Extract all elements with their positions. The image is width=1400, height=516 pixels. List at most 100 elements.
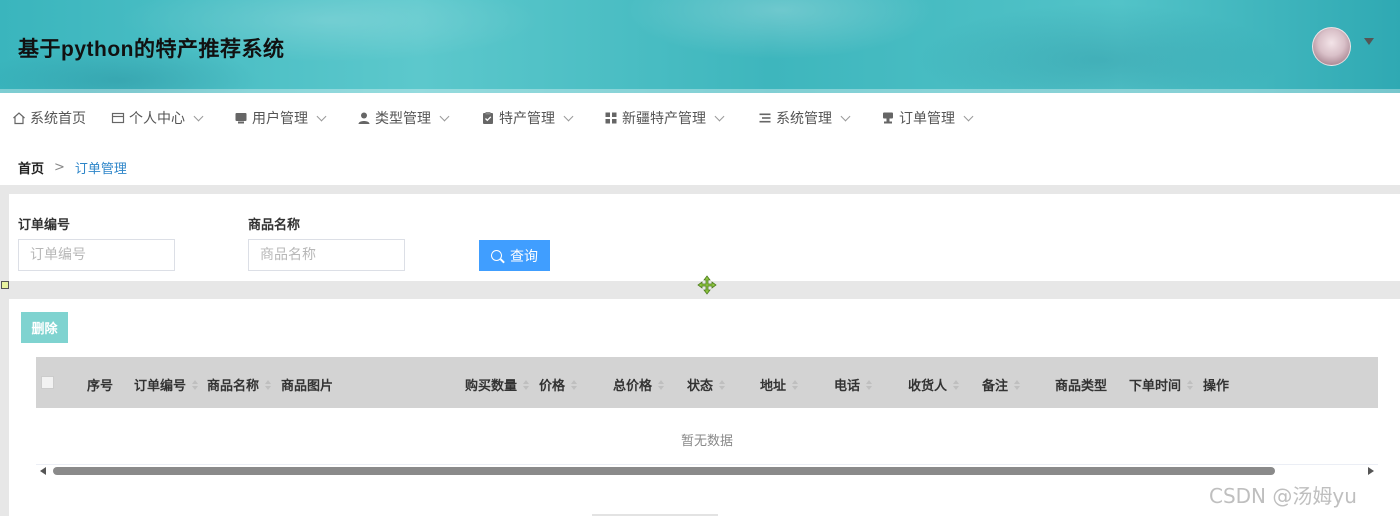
column-header[interactable]: 备注 [982,375,1021,394]
chevron-down-icon [316,111,327,121]
nav-item-system[interactable]: 系统管理 [758,108,851,128]
column-label: 下单时间 [1129,379,1182,394]
column-header[interactable]: 地址 [760,375,799,394]
clipboard-icon [483,112,493,124]
column-label: 订单编号 [134,379,187,394]
top-nav: 系统首页 个人中心 用户管理 类型管理 特产管理 新疆特产管理 系统管理 订单管… [0,93,1400,143]
column-header: 商品类型 [1055,375,1107,394]
chevron-down-icon [563,111,574,121]
sort-icon[interactable] [792,379,799,390]
home-icon [13,112,25,125]
order-no-label: 订单编号 [18,218,71,233]
breadcrumb-home[interactable]: 首页 [18,158,44,177]
delete-button[interactable]: 删除 [21,312,68,343]
column-label: 序号 [87,379,114,394]
column-header[interactable]: 总价格 [613,375,665,394]
column-header[interactable]: 订单编号 [134,375,199,394]
scrollbar-thumb[interactable] [53,467,1275,475]
nav-item-label: 用户管理 [252,111,308,127]
scroll-right-arrow-icon[interactable] [1368,467,1374,475]
user-avatar[interactable] [1312,27,1351,66]
order-no-input[interactable] [18,239,175,271]
chevron-down-icon [840,111,851,121]
resize-handle[interactable] [1,281,9,289]
column-label: 商品类型 [1055,379,1108,394]
column-header[interactable]: 电话 [834,375,873,394]
column-label: 操作 [1203,379,1230,394]
nav-item-profile[interactable]: 个人中心 [111,108,204,128]
column-label: 备注 [982,379,1009,394]
column-header[interactable]: 状态 [687,375,726,394]
sort-icon[interactable] [719,379,726,390]
list-icon [759,113,771,123]
column-label: 地址 [760,379,787,394]
section-divider [0,185,1400,194]
sort-icon[interactable] [523,379,530,390]
column-label: 商品名称 [207,379,260,394]
select-all-checkbox[interactable] [41,376,54,389]
nav-item-orders[interactable]: 订单管理 [881,108,974,128]
nav-item-label: 订单管理 [899,111,955,127]
nav-item-label: 系统管理 [776,111,832,127]
nav-item-home[interactable]: 系统首页 [12,108,86,128]
app-title: 基于python的特产推荐系统 [18,38,285,61]
product-name-label: 商品名称 [248,218,301,233]
breadcrumb: 首页 > 订单管理 [18,158,127,177]
column-label: 价格 [539,379,566,394]
column-header: 操作 [1203,375,1229,394]
sort-icon[interactable] [953,379,960,390]
caret-down-icon[interactable] [1364,38,1374,45]
column-header[interactable]: 收货人 [908,375,960,394]
table-body: 暂无数据 [36,408,1378,465]
column-header[interactable]: 商品名称 [207,375,272,394]
left-gutter [0,194,9,516]
chevron-down-icon [439,111,450,121]
nav-item-label: 类型管理 [375,111,431,127]
sort-icon[interactable] [571,379,578,390]
breadcrumb-current: 订单管理 [74,162,127,177]
search-icon [491,250,502,261]
sort-icon[interactable] [265,379,272,390]
column-label: 电话 [834,379,861,394]
search-panel [9,194,1400,281]
header-banner: 基于python的特产推荐系统 [0,0,1400,93]
query-button[interactable]: 查询 [479,240,550,271]
query-button-label: 查询 [510,248,538,265]
chevron-down-icon [963,111,974,121]
sort-icon[interactable] [866,379,873,390]
product-name-input[interactable] [248,239,405,271]
column-header[interactable]: 购买数量 [465,375,530,394]
empty-text: 暂无数据 [680,434,733,449]
nav-item-label: 个人中心 [129,111,185,127]
column-label: 总价格 [613,379,653,394]
nav-item-xinjiang[interactable]: 新疆特产管理 [604,108,725,128]
scroll-left-arrow-icon[interactable] [40,467,46,475]
column-header[interactable]: 下单时间 [1129,375,1194,394]
nav-item-label: 新疆特产管理 [622,111,706,127]
stamp-icon [883,112,893,124]
move-cursor-icon [697,275,717,295]
column-label: 收货人 [908,379,948,394]
sort-icon[interactable] [1014,379,1021,390]
sort-icon[interactable] [1187,379,1194,390]
column-label: 状态 [687,379,714,394]
column-label: 商品图片 [281,379,334,394]
chevron-down-icon [193,111,204,121]
sort-icon[interactable] [658,379,665,390]
wallet-icon [111,112,125,124]
person-icon [358,112,370,124]
column-label: 购买数量 [465,379,518,394]
sort-icon[interactable] [192,379,199,390]
grid-icon [605,112,617,124]
nav-item-types[interactable]: 类型管理 [357,108,450,128]
nav-item-users[interactable]: 用户管理 [234,108,327,128]
horizontal-scrollbar[interactable] [36,465,1378,477]
nav-item-specialties[interactable]: 特产管理 [481,108,574,128]
column-header: 序号 [87,375,113,394]
watermark: CSDN @汤姆yu [1209,484,1357,508]
breadcrumb-separator: > [54,160,65,175]
nav-item-label: 特产管理 [499,111,555,127]
nav-item-label: 系统首页 [30,111,86,127]
user-card-icon [235,113,247,124]
column-header[interactable]: 价格 [539,375,578,394]
